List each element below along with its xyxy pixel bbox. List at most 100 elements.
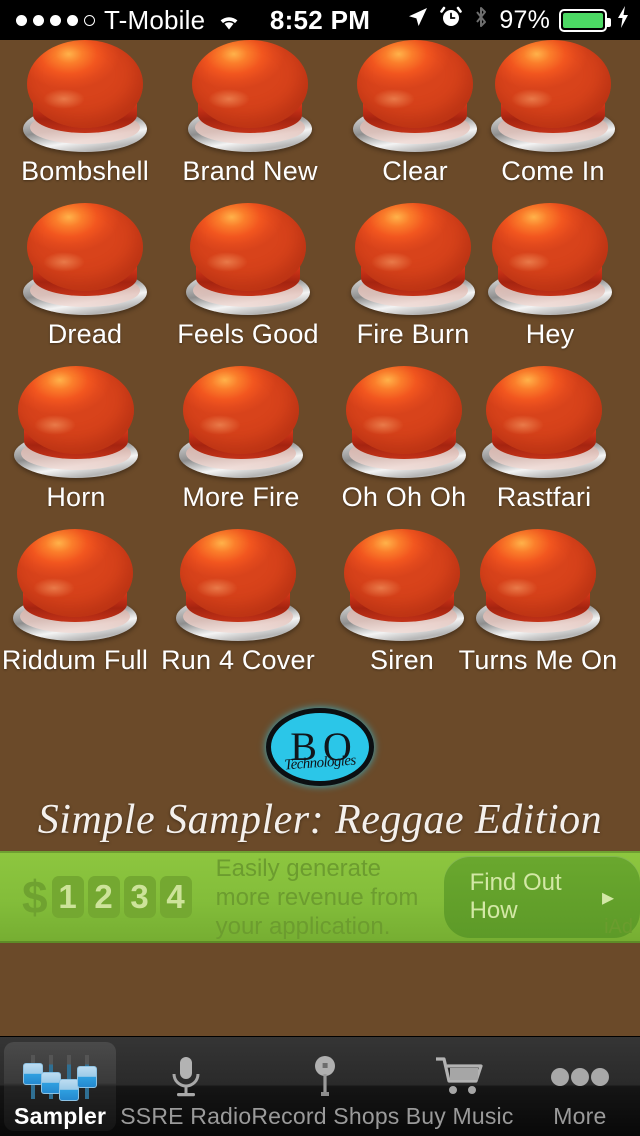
lightning-bolt-icon	[616, 5, 630, 36]
tab-record-shops[interactable]: Record Shops	[251, 1037, 399, 1136]
sound-pad-clear[interactable]: Clear	[335, 40, 495, 187]
sound-pad-dread[interactable]: Dread	[5, 203, 165, 350]
sound-pad-feels-good[interactable]: Feels Good	[168, 203, 328, 350]
pad-label: Run 4 Cover	[161, 645, 315, 675]
pad-dome	[17, 529, 133, 617]
pad-row: Horn More Fire Oh Oh Oh Rastfari	[0, 366, 640, 529]
pad-dome	[357, 40, 473, 128]
pad-label: Feels Good	[177, 319, 319, 349]
pad-button[interactable]	[176, 529, 300, 641]
pad-label: Clear	[382, 156, 448, 186]
pad-dome	[27, 203, 143, 291]
pad-label: Brand New	[182, 156, 318, 186]
pad-dome	[355, 203, 471, 291]
bluetooth-icon	[472, 5, 490, 36]
ad-digit: 3	[123, 876, 156, 918]
company-logo-wrap: B O Technologies	[0, 708, 640, 786]
pad-dome	[480, 529, 596, 617]
shopping-cart-icon	[434, 1051, 486, 1103]
pad-label: Bombshell	[21, 156, 149, 186]
tab-ssre-radio[interactable]: SSRE Radio	[120, 1037, 251, 1136]
pad-dome	[192, 40, 308, 128]
tab-buy-music[interactable]: Buy Music	[400, 1037, 520, 1136]
pad-dome	[180, 529, 296, 617]
pad-button[interactable]	[188, 40, 312, 152]
pad-row: Bombshell Brand New Clear Come In	[0, 40, 640, 203]
pad-label: Rastfari	[496, 482, 592, 512]
tab-label: Buy Music	[405, 1103, 514, 1129]
pad-label: Oh Oh Oh	[341, 482, 467, 512]
pad-label: Fire Burn	[356, 319, 470, 349]
pad-button[interactable]	[488, 203, 612, 315]
pad-dome	[190, 203, 306, 291]
sound-pad-come-in[interactable]: Come In	[473, 40, 633, 187]
dollar-sign-icon: $	[22, 871, 48, 923]
microphone-icon	[166, 1051, 206, 1103]
pad-dome	[344, 529, 460, 617]
sound-pad-rastfari[interactable]: Rastfari	[464, 366, 624, 513]
map-pin-icon	[308, 1051, 342, 1103]
tab-label: More	[553, 1103, 607, 1129]
pad-button[interactable]	[353, 40, 477, 152]
pad-dome	[486, 366, 602, 454]
pad-button[interactable]	[482, 366, 606, 478]
sound-pad-grid: Bombshell Brand New Clear Come In Dread …	[0, 40, 640, 692]
pad-button[interactable]	[351, 203, 475, 315]
pad-button[interactable]	[179, 366, 303, 478]
status-bar: T-Mobile 8:52 PM 97%	[0, 0, 640, 40]
sound-pad-more-fire[interactable]: More Fire	[161, 366, 321, 513]
iad-badge: iAd	[604, 916, 633, 938]
pad-label: Turns Me On	[458, 645, 618, 675]
pad-label: Come In	[501, 156, 605, 186]
pad-dome	[492, 203, 608, 291]
pad-dome	[183, 366, 299, 454]
ad-digit: 1	[51, 876, 84, 918]
pad-label: Hey	[525, 319, 575, 349]
sound-pad-oh-oh-oh[interactable]: Oh Oh Oh	[324, 366, 484, 513]
sound-pad-brand-new[interactable]: Brand New	[170, 40, 330, 187]
pad-button[interactable]	[14, 366, 138, 478]
pad-button[interactable]	[476, 529, 600, 641]
pad-button[interactable]	[186, 203, 310, 315]
pad-label: Siren	[369, 645, 435, 675]
sound-pad-riddum-full[interactable]: Riddum Full	[0, 529, 155, 676]
pad-button[interactable]	[23, 203, 147, 315]
pad-label: Riddum Full	[1, 645, 149, 675]
tab-sampler[interactable]: Sampler	[0, 1037, 120, 1136]
pad-label: Dread	[47, 319, 123, 349]
battery-icon	[559, 8, 611, 32]
tab-bar: Sampler SSRE Radio Record Shops Buy Musi…	[0, 1036, 640, 1136]
pad-label: Horn	[46, 482, 106, 512]
sound-pad-run-4-cover[interactable]: Run 4 Cover	[158, 529, 318, 676]
tab-label: Sampler	[14, 1103, 107, 1129]
app-title: Simple Sampler: Reggae Edition	[37, 797, 603, 843]
bo-technologies-logo: B O Technologies	[266, 708, 374, 786]
pad-dome	[495, 40, 611, 128]
location-arrow-icon	[406, 5, 430, 36]
pad-button[interactable]	[23, 40, 147, 152]
pad-dome	[18, 366, 134, 454]
tab-label: Record Shops	[251, 1103, 400, 1129]
pad-button[interactable]	[13, 529, 137, 641]
faders-icon	[23, 1051, 98, 1103]
sound-pad-horn[interactable]: Horn	[0, 366, 156, 513]
alarm-clock-icon	[439, 5, 463, 36]
sound-pad-bombshell[interactable]: Bombshell	[5, 40, 165, 187]
iad-banner[interactable]: $ 1 2 3 4 Easily generate more revenue f…	[0, 851, 640, 943]
pad-label: More Fire	[182, 482, 300, 512]
battery-percent-label: 97%	[499, 5, 550, 34]
logo-subtitle: Technologies	[283, 752, 357, 774]
pad-dome	[346, 366, 462, 454]
chevron-right-icon: ▸	[601, 883, 614, 911]
tab-more[interactable]: More	[520, 1037, 640, 1136]
pad-button[interactable]	[340, 529, 464, 641]
tab-label: SSRE Radio	[120, 1103, 252, 1129]
sound-pad-turns-me-on[interactable]: Turns Me On	[458, 529, 618, 676]
pad-button[interactable]	[491, 40, 615, 152]
sound-pad-hey[interactable]: Hey	[470, 203, 630, 350]
ad-money-graphic: $ 1 2 3 4	[22, 874, 192, 920]
pad-row: Riddum Full Run 4 Cover Siren Turns Me O…	[0, 529, 640, 692]
sound-pad-fire-burn[interactable]: Fire Burn	[333, 203, 493, 350]
ad-digit: 4	[159, 876, 192, 918]
pad-button[interactable]	[342, 366, 466, 478]
